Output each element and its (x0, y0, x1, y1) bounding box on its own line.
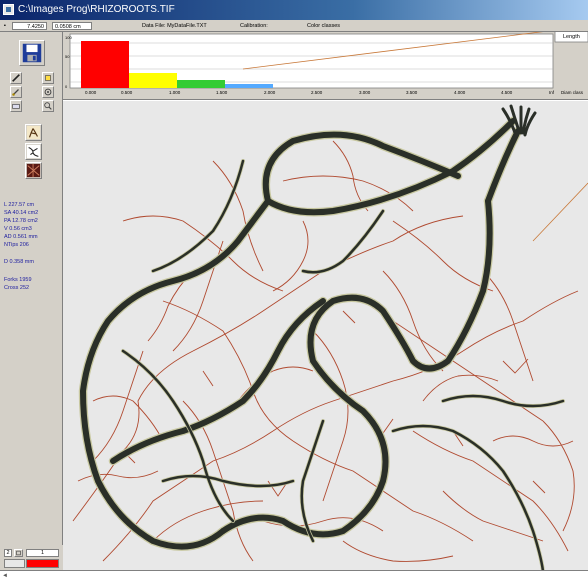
x-tick-label: 0.500 (121, 90, 133, 95)
stat-diameter: D 0.358 mm (4, 259, 34, 265)
y-tick-label: 100 (65, 35, 72, 40)
x-tick-label: 4.500 (501, 90, 513, 95)
root-crossing-button[interactable] (25, 162, 42, 179)
fine-roots (72, 140, 579, 562)
length-tab-label: Length (563, 34, 580, 40)
histogram-bar (129, 73, 177, 88)
floppy-disk-icon (22, 43, 42, 63)
page-number-right[interactable]: 1 (26, 549, 59, 557)
x-tick-label: 1.000 (169, 90, 181, 95)
zoom-icon (44, 102, 52, 110)
status-field-value: 7.4250 (12, 22, 47, 30)
x-tick-label: 3.500 (406, 90, 418, 95)
stat-projected-area: PA 12.78 cm2 (4, 218, 38, 224)
stat-length: L 227.57 cm (4, 202, 35, 208)
pencil-icon (12, 74, 20, 82)
stat-num-tips: NTips 206 (4, 242, 29, 248)
stat-avg-diameter: AD 0.561 mm (4, 234, 38, 240)
x-tick-label: 2.000 (264, 90, 276, 95)
select-tool-button[interactable] (42, 72, 54, 84)
title-bar[interactable]: C:\Images Prog\RHIZOROOTS.TIF (0, 0, 588, 20)
diameter-class-label: Diam class (561, 90, 584, 95)
histogram-chart: 100 50 0 0.000 0.500 1.000 1.500 2.000 2… (65, 32, 588, 95)
stat-forks: Forks 1959 (4, 277, 32, 283)
status-data-file: Data File: MyDataFile.TXT (142, 23, 207, 29)
brush-button[interactable] (10, 86, 22, 98)
page-nav-icon (16, 550, 21, 556)
pencil-button[interactable] (10, 72, 22, 84)
gear-icon (44, 88, 52, 96)
histogram-bar (81, 41, 129, 88)
stat-volume: V 0.56 cm3 (4, 226, 32, 232)
stat-surface-area: SA 40.14 cm2 (4, 210, 39, 216)
root-tips-icon (26, 144, 41, 159)
save-button[interactable] (19, 40, 45, 66)
page-number-left[interactable]: 2 (4, 549, 12, 557)
root-image[interactable] (63, 101, 588, 571)
stat-crossings: Cross 252 (4, 285, 30, 291)
diameter-class-histogram: 100 50 0 0.000 0.500 1.000 1.500 2.000 2… (63, 32, 588, 100)
zoom-button[interactable] (42, 100, 54, 112)
scroll-left-icon[interactable]: ◄ (1, 572, 9, 580)
app-icon (3, 4, 14, 15)
root-analysis-icon (26, 125, 41, 140)
x-tick-label: 2.500 (311, 90, 323, 95)
status-bar: ▪ 7.4250 0.0508 cm Data File: MyDataFile… (0, 20, 588, 32)
page-nav-button[interactable] (14, 549, 23, 557)
root-crossing-icon (26, 163, 41, 178)
eraser-button[interactable] (10, 100, 22, 112)
status-calibration: Calibration: (240, 23, 268, 29)
root-image-view[interactable] (63, 100, 588, 571)
window-title: C:\Images Prog\RHIZOROOTS.TIF (18, 4, 175, 15)
status-marker-icon: ▪ (4, 23, 6, 29)
histogram-bar (177, 80, 225, 88)
y-tick-label: 0 (65, 84, 68, 89)
color-swatch-label (4, 559, 25, 568)
active-color-swatch[interactable] (26, 559, 59, 568)
brush-icon (12, 89, 19, 96)
callout-line-image (532, 182, 588, 242)
root-tips-button[interactable] (25, 143, 42, 160)
x-tick-label: 3.000 (359, 90, 371, 95)
eraser-icon (12, 104, 20, 109)
status-field-scale: 0.0508 cm (52, 22, 92, 30)
left-toolbar: L 227.57 cm SA 40.14 cm2 PA 12.78 cm2 V … (0, 32, 63, 581)
bottom-scrollbar[interactable]: ◄ (0, 570, 588, 581)
x-tick-label-inf: Inf (549, 90, 555, 95)
histogram-bar (225, 84, 273, 88)
select-icon (45, 75, 51, 81)
root-analysis-button[interactable] (25, 124, 42, 141)
y-tick-label: 50 (65, 54, 70, 59)
left-bottom-panel: 2 1 (0, 545, 63, 570)
settings-button[interactable] (42, 86, 54, 98)
status-color-classes: Color classes (307, 23, 341, 29)
x-tick-label: 1.500 (216, 90, 228, 95)
x-tick-label: 4.000 (454, 90, 466, 95)
x-tick-label: 0.000 (85, 90, 97, 95)
